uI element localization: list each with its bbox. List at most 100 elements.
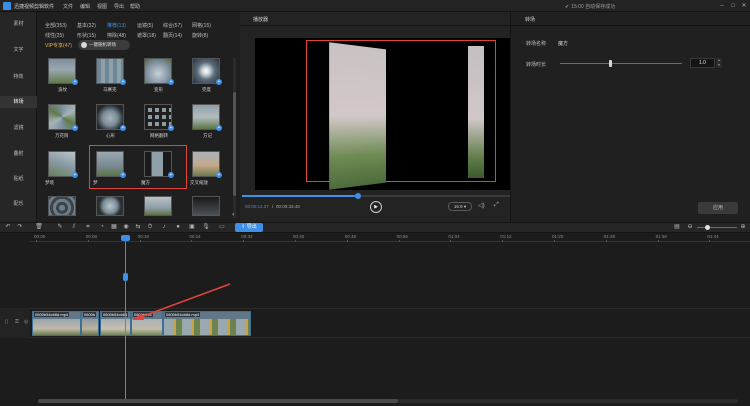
tab-wipe[interactable]: 擦除(48) xyxy=(107,32,126,39)
tab-all[interactable]: 全部(353) xyxy=(45,22,67,29)
tab-shape[interactable]: 形状(15) xyxy=(77,32,96,39)
nav-transitions[interactable]: 转场 xyxy=(0,96,37,108)
add-icon[interactable]: + xyxy=(168,125,174,131)
reverse-icon[interactable]: ⇆ xyxy=(134,223,142,232)
add-icon[interactable]: + xyxy=(120,125,126,131)
transition-thumb-fade[interactable] xyxy=(192,196,220,216)
vip-tab[interactable]: VIP专享(47) xyxy=(45,42,72,49)
nav-stickers[interactable]: 贴纸 xyxy=(0,173,37,185)
add-icon[interactable]: + xyxy=(168,79,174,85)
apply-button[interactable]: 应用 xyxy=(698,202,738,214)
thumb-label: 网格翻转 xyxy=(150,133,168,138)
close-icon[interactable]: ✕ xyxy=(740,2,748,10)
transition-thumb-circle[interactable] xyxy=(96,196,124,216)
add-icon[interactable]: + xyxy=(72,172,78,178)
zoom-out-icon[interactable]: ⊖ xyxy=(686,223,694,232)
menu-file[interactable]: 文件 xyxy=(63,3,73,10)
record-icon[interactable]: ● xyxy=(174,223,182,232)
aspect-ratio-select[interactable]: 16:9 ▾ xyxy=(448,202,472,211)
transition-thumb-bridge[interactable] xyxy=(144,196,172,216)
add-icon[interactable]: + xyxy=(216,172,222,178)
zoom-in-icon[interactable]: ⊕ xyxy=(739,223,747,232)
menu-view[interactable]: 视图 xyxy=(97,3,107,10)
tab-rotate[interactable]: 旋转(8) xyxy=(192,32,208,39)
undo-icon[interactable]: ↶ xyxy=(4,223,12,232)
tab-basic[interactable]: 基本(32) xyxy=(77,22,96,29)
add-icon[interactable]: + xyxy=(120,79,126,85)
tick-mark xyxy=(243,240,245,242)
crop-icon[interactable]: ⌗ xyxy=(84,223,92,232)
tab-page-turn[interactable]: 翻页(14) xyxy=(163,32,182,39)
redo-icon[interactable]: ↷ xyxy=(16,223,24,232)
minimize-icon[interactable]: – xyxy=(718,2,726,10)
menu-export[interactable]: 导出 xyxy=(114,3,124,10)
zoom-slider[interactable] xyxy=(697,227,737,228)
thumb-label: 交叉缩放 xyxy=(190,180,208,185)
tab-grid[interactable]: 网格(15) xyxy=(192,22,211,29)
transition-thumb-swirl[interactable] xyxy=(48,196,76,216)
nav-filters[interactable]: 滤镜 xyxy=(0,122,37,134)
timeline-clip[interactable]: 0600b xyxy=(81,311,99,336)
tick-mark xyxy=(139,240,141,242)
tab-recommended[interactable]: 推荐(13) xyxy=(107,22,126,29)
tick-mark xyxy=(605,240,607,242)
one-click-random-transition-button[interactable]: 一键随机转场 xyxy=(78,40,130,50)
add-icon[interactable]: + xyxy=(216,125,222,131)
thumb-label: 方记 xyxy=(203,133,212,138)
new-feature-icon[interactable]: ▭ xyxy=(218,223,226,232)
fullscreen-icon[interactable]: ⤢ xyxy=(494,202,499,209)
play-button[interactable]: ▶ xyxy=(370,201,382,213)
image-icon[interactable]: ▣ xyxy=(188,223,196,232)
export-button[interactable]: ⇪ 导出 xyxy=(235,223,263,232)
freeze-icon[interactable]: ◉ xyxy=(122,223,130,232)
nav-music[interactable]: 配乐 xyxy=(0,198,37,210)
player-header xyxy=(240,12,510,26)
tab-camera[interactable]: 运镜(5) xyxy=(137,22,153,29)
tab-linear[interactable]: 线性(25) xyxy=(45,32,64,39)
nav-effects[interactable]: 特效 xyxy=(0,71,37,83)
volume-icon[interactable]: ◁) xyxy=(478,202,485,209)
playback-progress-knob[interactable] xyxy=(355,193,361,199)
add-icon[interactable]: + xyxy=(72,125,78,131)
timeline-scroll-thumb[interactable] xyxy=(38,399,398,403)
duration-input[interactable]: 1.0 xyxy=(690,58,715,68)
add-icon[interactable]: + xyxy=(216,79,222,85)
eye-icon[interactable]: ◎ xyxy=(24,319,28,325)
add-icon[interactable]: + xyxy=(72,79,78,85)
fit-icon[interactable]: ▤ xyxy=(673,223,681,232)
delete-icon[interactable]: 🗑 xyxy=(35,223,43,232)
nav-text[interactable]: 文字 xyxy=(0,44,37,56)
zoom-slider-knob[interactable] xyxy=(705,225,710,230)
duration-stepper[interactable]: ▲ ▼ xyxy=(716,58,722,68)
playback-progress-fill xyxy=(242,195,358,197)
clip-label: 0600b xyxy=(83,312,97,317)
speed-icon[interactable]: ◔ xyxy=(98,223,106,232)
tick-mark xyxy=(502,240,504,242)
edit-icon[interactable]: ✎ xyxy=(56,223,64,232)
library-scroll-thumb[interactable] xyxy=(233,92,236,196)
tick-mark xyxy=(87,240,89,242)
mosaic-icon[interactable]: ▦ xyxy=(110,223,118,232)
menu-edit[interactable]: 编辑 xyxy=(80,3,90,10)
scroll-down-icon[interactable]: ▾ xyxy=(232,212,235,218)
export-label: 导出 xyxy=(246,224,257,230)
duration-slider-knob[interactable] xyxy=(609,60,612,67)
add-icon[interactable]: + xyxy=(120,172,126,178)
split-icon[interactable]: ⫽ xyxy=(70,223,78,232)
menu-help[interactable]: 帮助 xyxy=(130,3,140,10)
timeline-clip[interactable]: 0600b54cb8d.mp4 xyxy=(32,311,81,336)
tab-combined[interactable]: 综合(57) xyxy=(163,22,182,29)
duration-icon[interactable]: ⏱ xyxy=(146,223,154,232)
tick-mark xyxy=(398,240,400,242)
maximize-icon[interactable]: □ xyxy=(729,2,737,10)
lock-icon[interactable]: ⚿ xyxy=(15,319,19,325)
audio-icon[interactable]: ♪ xyxy=(160,223,168,232)
add-icon[interactable]: + xyxy=(168,172,174,178)
playhead-handle[interactable] xyxy=(121,235,130,241)
tab-mask[interactable]: 遮罩(18) xyxy=(137,32,156,39)
nav-media[interactable]: 素材 xyxy=(0,18,37,30)
nav-overlay[interactable]: 叠附 xyxy=(0,148,37,160)
voice-icon[interactable]: 🎙 xyxy=(202,223,210,232)
duration-slider[interactable] xyxy=(560,63,682,64)
tick-mark xyxy=(295,240,296,242)
